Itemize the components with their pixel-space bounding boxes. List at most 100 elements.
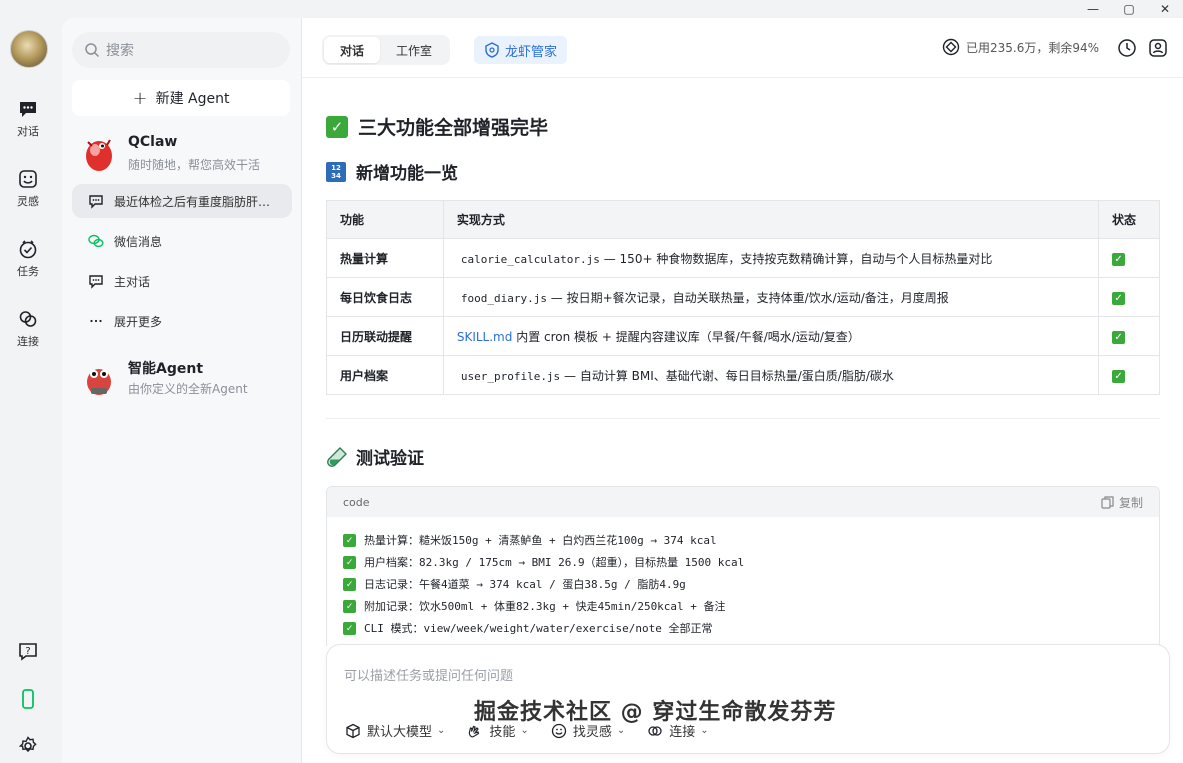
table-cell-status: ✓ (1098, 238, 1160, 278)
numbers-icon: 12 34 (326, 161, 346, 182)
agent-name: QClaw (128, 134, 178, 150)
chat-bubble-icon (89, 275, 103, 289)
sidebar-item-main-chat[interactable]: 主对话 (72, 264, 292, 298)
phone-icon[interactable] (17, 688, 39, 710)
chevron-down-icon: ⌄ (616, 725, 626, 736)
smile-icon (19, 170, 37, 188)
sidebar-item-label: 主对话 (114, 274, 151, 289)
sidebar: 搜索 + 新建 Agent QClaw 随时随地，帮您高效干活 最近体检之后有重… (62, 18, 302, 763)
watermark-text: 掘金技术社区 @ 穿过生命散发芬芳 (474, 700, 837, 725)
check-icon: ✓ (343, 577, 356, 591)
main-panel: 对话 工作室 龙虾管家 已用235.6万，剩余94% ✓ 三大功能全部增强完毕 … (302, 18, 1183, 763)
table-header: 功能 (326, 200, 444, 239)
close-button[interactable]: ✕ (1147, 0, 1183, 18)
minimize-button[interactable]: — (1075, 0, 1111, 18)
sidebar-item-recent-chat[interactable]: 最近体检之后有重度脂肪肝… (72, 184, 292, 218)
sidebar-item-label: 最近体检之后有重度脂肪肝… (114, 194, 271, 209)
more-dots-icon (90, 319, 102, 323)
search-icon (85, 43, 100, 58)
plus-icon: + (132, 87, 148, 109)
code-lang: code (343, 495, 370, 509)
section-divider (326, 418, 1160, 419)
smart-agent-avatar-icon (87, 369, 111, 395)
rail-item-connect[interactable]: 连接 (0, 308, 56, 349)
rail-item-label: 任务 (17, 265, 39, 278)
table-cell-impl: SKILL.md 内置 cron 模板 + 提醒内容建议库（早餐/午餐/喝水/运… (442, 316, 1100, 356)
code-line-text: 日志记录：午餐4道菜 → 374 kcal / 蛋白38.5g / 脂肪4.9g (364, 578, 686, 591)
impl-desc: — 自动计算 BMI、基础代谢、每日目标热量/蛋白质/脂肪/碳水 (560, 368, 894, 383)
code-block: code 复制 ✓ 热量计算：糙米饭150g + 清蒸鲈鱼 + 白灼西兰花100g… (326, 486, 1160, 646)
rail-item-label: 连接 (17, 335, 39, 348)
heading-test-verify: 测试验证 (326, 444, 424, 469)
link-icon (19, 311, 37, 327)
sidebar-item-label: 微信消息 (114, 234, 163, 249)
table-cell-status: ✓ (1098, 316, 1160, 356)
table-row: 用户档案 user_profile.js — 自动计算 BMI、基础代谢、每日目… (326, 355, 1160, 395)
left-rail: 对话 灵感 任务 连接 ? (0, 0, 62, 763)
usage-indicator[interactable]: 已用235.6万，剩余94% (942, 38, 1099, 56)
settings-gear-icon[interactable] (17, 735, 39, 757)
check-icon: ✓ (1112, 330, 1126, 344)
agent-card-qclaw[interactable]: QClaw 随时随地，帮您高效干活 (78, 132, 293, 180)
check-icon: ✓ (326, 115, 348, 138)
chat-bubble-icon (89, 195, 103, 209)
token-icon (942, 38, 960, 56)
maximize-button[interactable]: ▢ (1111, 0, 1147, 18)
copy-button[interactable]: 复制 (1101, 494, 1143, 511)
copy-icon (1101, 495, 1114, 509)
window-controls: — ▢ ✕ (1075, 0, 1183, 18)
history-clock-icon[interactable] (1117, 38, 1137, 58)
top-bar: 对话 工作室 龙虾管家 已用235.6万，剩余94% (302, 18, 1183, 78)
table-cell-feature: 每日饮食日志 (326, 277, 444, 317)
agent-card-smart-agent[interactable]: 智能Agent 由你定义的全新Agent (78, 356, 293, 404)
search-placeholder: 搜索 (106, 43, 134, 59)
impl-desc: — 150+ 种食物数据库，支持按克数精确计算，自动与个人目标热量对比 (599, 251, 993, 266)
rail-item-label: 灵感 (17, 195, 39, 208)
user-avatar[interactable] (10, 30, 48, 68)
profile-icon[interactable] (1148, 38, 1168, 58)
rail-item-inspiration[interactable]: 灵感 (0, 168, 56, 209)
code-line-text: 用户档案：82.3kg / 175cm → BMI 26.9（超重），目标热量 … (364, 556, 745, 569)
table-cell-status: ✓ (1098, 355, 1160, 395)
svg-text:?: ? (25, 646, 30, 657)
sidebar-item-expand-more[interactable]: 展开更多 (72, 304, 292, 338)
table-cell-feature: 热量计算 (326, 238, 444, 278)
model-select-button[interactable]: 默认大模型 ⌄ (345, 721, 445, 740)
table-cell-status: ✓ (1098, 277, 1160, 317)
tool-label: 默认大模型 (367, 725, 433, 740)
check-icon: ✓ (343, 555, 356, 569)
chat-bubble-icon (20, 102, 36, 117)
tab-group: 对话 工作室 (322, 35, 451, 65)
heading-text: 测试验证 (356, 449, 424, 469)
table-row: 每日饮食日志 food_diary.js — 按日期+餐次记录，自动关联热量，支… (326, 277, 1160, 317)
agent-desc: 随时随地，帮您高效干活 (128, 158, 261, 172)
impl-desc: — 按日期+餐次记录，自动关联热量，支持体重/饮水/运动/备注，月度周报 (546, 290, 949, 305)
heading-feature-list: 12 34 新增功能一览 (326, 159, 458, 184)
table-cell-impl: user_profile.js — 自动计算 BMI、基础代谢、每日目标热量/蛋… (442, 355, 1100, 395)
code-line: ✓ 附加记录：饮水500ml + 体重82.3kg + 快走45min/250kc… (327, 595, 1159, 617)
check-icon: ✓ (1112, 369, 1126, 383)
tab-chat[interactable]: 对话 (324, 37, 381, 63)
check-icon: ✓ (1112, 291, 1126, 305)
agent-desc: 由你定义的全新Agent (128, 382, 248, 396)
sidebar-item-wechat[interactable]: 微信消息 (72, 224, 292, 258)
code-line: ✓ 日志记录：午餐4道菜 → 374 kcal / 蛋白38.5g / 脂肪4.9… (327, 573, 1159, 595)
test-tube-icon (327, 446, 347, 467)
new-agent-button[interactable]: + 新建 Agent (72, 80, 290, 116)
skill-link[interactable]: SKILL.md (457, 330, 513, 344)
message-content: ✓ 三大功能全部增强完毕 12 34 新增功能一览 功能 实现方式 状态 热量计算… (326, 96, 1160, 646)
sidebar-item-label: 展开更多 (114, 314, 163, 329)
impl-desc: 内置 cron 模板 + 提醒内容建议库（早餐/午餐/喝水/运动/复查） (512, 329, 860, 344)
table-cell-feature: 用户档案 (326, 355, 444, 395)
search-input[interactable]: 搜索 (72, 32, 290, 68)
help-icon[interactable]: ? (17, 640, 39, 662)
code-line: ✓ 用户档案：82.3kg / 175cm → BMI 26.9（超重），目标热量… (327, 551, 1159, 573)
butler-button[interactable]: 龙虾管家 (474, 36, 568, 64)
table-row: 热量计算 calorie_calculator.js — 150+ 种食物数据库… (326, 238, 1160, 278)
rail-item-tasks[interactable]: 任务 (0, 238, 56, 279)
code-line-text: 附加记录：饮水500ml + 体重82.3kg + 快走45min/250kca… (364, 600, 726, 613)
shield-icon (485, 42, 499, 58)
cube-icon (346, 723, 360, 738)
tab-studio[interactable]: 工作室 (380, 37, 448, 63)
rail-item-chat[interactable]: 对话 (0, 98, 56, 139)
